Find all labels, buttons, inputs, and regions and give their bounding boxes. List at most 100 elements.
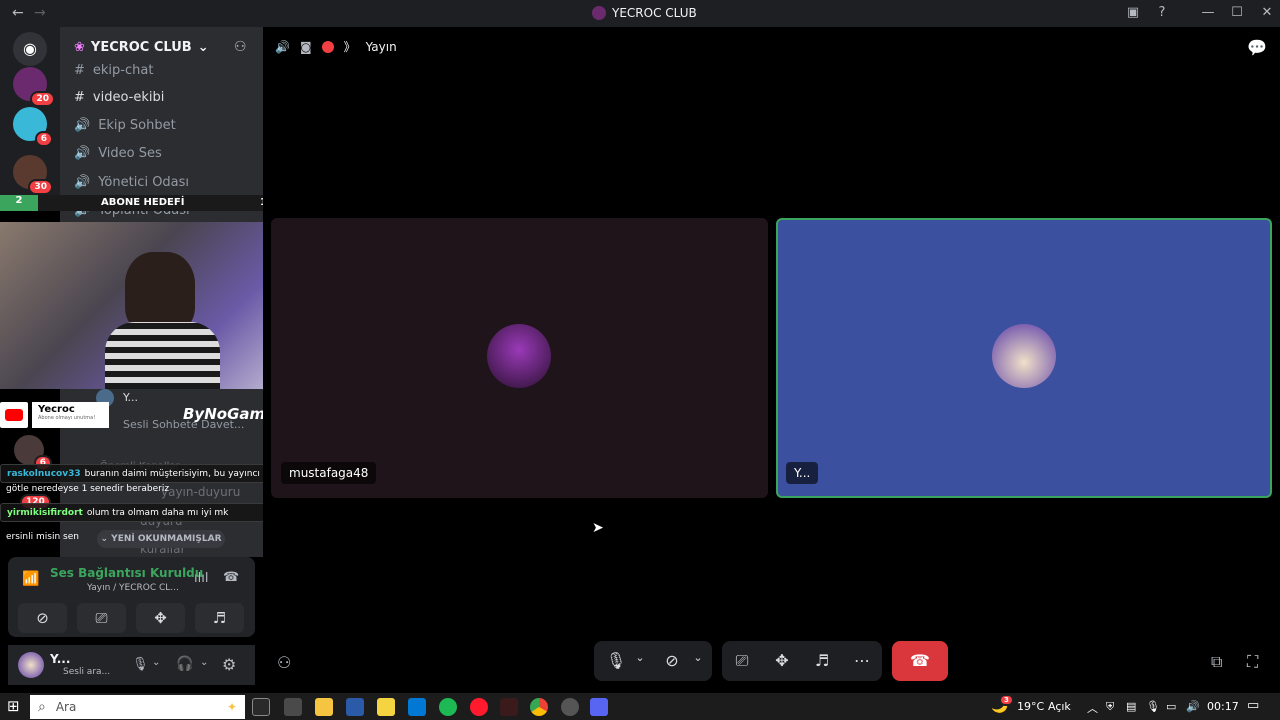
server-badge: 20 — [30, 91, 55, 107]
voice-channel-icon: 🔊 — [74, 146, 91, 161]
chevron-down-icon[interactable]: ⌄ — [152, 657, 160, 668]
participant-avatar — [992, 324, 1056, 388]
fullscreen-icon[interactable]: ⛶ — [1247, 652, 1258, 672]
server-name: YECROC CLUB — [90, 39, 192, 55]
maximize-icon[interactable]: ☐ — [1228, 5, 1246, 20]
camera-off-icon[interactable]: ⊘ — [660, 651, 684, 670]
user-status: Sesli ara... — [63, 667, 111, 677]
screen-share-button[interactable]: ⎚ — [77, 603, 126, 633]
chat-bubble-icon[interactable]: 💬 — [1247, 38, 1267, 57]
notes-app-icon[interactable] — [377, 698, 395, 716]
soundboard-icon[interactable]: ♬ — [810, 651, 834, 670]
close-icon[interactable]: ✕ — [1258, 5, 1276, 20]
chrome-icon[interactable] — [530, 698, 548, 716]
voice-user-name: Y... — [123, 391, 138, 404]
taskbar-search[interactable]: ⌕ Ara ✦ — [30, 695, 245, 719]
chevron-down-icon[interactable]: ⌄ — [628, 651, 652, 664]
gear-icon[interactable]: ⚙ — [222, 655, 236, 674]
invite-icon[interactable]: ⚇ — [277, 653, 291, 672]
voice-status: Ses Bağlantısı Kuruldu — [50, 566, 204, 580]
leave-call-button[interactable]: ☎ — [892, 641, 948, 681]
avatar[interactable] — [18, 652, 44, 678]
channel-item[interactable]: 🔊 Video Ses — [74, 146, 162, 161]
server-header[interactable]: ❀ YECROC CLUB ⌄ ⚇ — [60, 27, 263, 67]
app-icon[interactable] — [346, 698, 364, 716]
goal-current: 2 — [0, 195, 38, 211]
unread-label: YENİ OKUNMAMIŞLAR — [111, 534, 222, 544]
youtube-channel-name: Yecroc — [38, 404, 75, 415]
headphones-icon[interactable]: 🎧 — [176, 656, 193, 672]
channel-label: Yönetici Odası — [98, 175, 190, 190]
notification-icon[interactable]: ▭ — [1247, 698, 1259, 713]
channel-item[interactable]: 🔊 Ekip Sohbet — [74, 118, 176, 133]
discord-taskbar-icon[interactable] — [590, 698, 608, 716]
voice-location[interactable]: Yayın / YECROC CL... — [87, 583, 179, 593]
chat-line: götle neredeyse 1 senedir beraberiz — [0, 479, 180, 498]
disconnect-icon[interactable]: ☎ — [223, 570, 239, 585]
forward-icon[interactable]: → — [34, 5, 46, 21]
settings-app-icon[interactable] — [284, 698, 302, 716]
window-title-text: YECROC CLUB — [612, 6, 697, 20]
network-icon[interactable]: ▭ — [1166, 700, 1176, 713]
file-explorer-icon[interactable] — [315, 698, 333, 716]
mic-tray-icon[interactable]: 🎙 — [1146, 700, 1160, 713]
chevron-down-icon[interactable]: ⌄ — [200, 657, 208, 668]
activities-button[interactable]: ✥ — [136, 603, 185, 633]
defender-icon[interactable]: ⛨ — [1106, 700, 1114, 714]
goal-label: ABONE HEDEFİ — [101, 197, 185, 208]
participant-tile[interactable]: mustafaga48 — [271, 218, 768, 498]
voice-channel-icon: 🔊 — [74, 118, 91, 133]
server-icon-4[interactable]: 6 — [14, 435, 52, 471]
channel-item[interactable]: # ekip-chat — [74, 63, 153, 78]
server-badge: 30 — [28, 179, 53, 195]
webcam-overlay — [0, 222, 295, 389]
server-boost-icon: ❀ — [74, 39, 85, 55]
search-icon: ⌕ — [38, 699, 46, 715]
opera-icon[interactable] — [470, 698, 488, 716]
popout-icon[interactable]: ⧉ — [1211, 652, 1222, 672]
server-icon-1[interactable]: 20 — [13, 67, 55, 107]
microphone-icon[interactable]: 🎙 — [132, 657, 149, 672]
activities-icon[interactable]: ✥ — [770, 651, 794, 670]
streamer-figure — [125, 252, 195, 332]
channel-item[interactable]: 🔊 Yönetici Odası — [74, 175, 189, 190]
more-icon[interactable]: ⋯ — [850, 651, 874, 670]
noise-suppression-icon[interactable]: ılıl — [194, 571, 208, 586]
app-icon[interactable] — [500, 698, 518, 716]
camera-icon: ◙ — [299, 39, 312, 54]
chevron-up-icon[interactable]: ︿ — [1087, 700, 1098, 716]
spotify-icon[interactable] — [439, 698, 457, 716]
weather-temp[interactable]: 19°C — [1017, 700, 1044, 713]
outlook-icon[interactable] — [408, 698, 426, 716]
microphone-icon[interactable]: 🎙 — [604, 651, 628, 670]
weather-desc[interactable]: Açık — [1048, 700, 1071, 713]
inbox-icon[interactable]: ▣ — [1124, 5, 1142, 20]
user-name: Y... — [50, 652, 71, 666]
server-icon-3[interactable]: 30 — [13, 155, 53, 195]
brand-logo: ByNoGame — [183, 405, 276, 423]
volume-icon[interactable]: 🔊 — [1186, 700, 1200, 713]
app-tray-icon[interactable]: ▤ — [1126, 700, 1136, 713]
youtube-card: Yecroc Abone olmayı unutma! — [32, 402, 109, 428]
camera-off-button[interactable]: ⊘ — [18, 603, 67, 633]
screen-share-icon[interactable]: ⎚ — [730, 651, 754, 671]
channel-item[interactable]: # video-ekibi — [74, 90, 164, 105]
chat-line: ersinli misin sen — [0, 527, 100, 546]
text-channel-icon: # — [74, 90, 85, 105]
discord-home-icon[interactable]: ◉ — [13, 32, 47, 66]
add-member-icon[interactable]: ⚇ — [234, 39, 247, 55]
chevron-down-icon: ⌄ — [100, 534, 112, 544]
participant-tile-speaking[interactable]: Y... — [776, 218, 1272, 498]
clock[interactable]: 00:17 — [1207, 700, 1239, 713]
soundboard-button[interactable]: ♬ — [195, 603, 244, 633]
task-view-icon[interactable] — [252, 698, 270, 716]
app-icon[interactable] — [561, 698, 579, 716]
signal-icon[interactable]: 📶 — [22, 571, 39, 587]
server-icon-2[interactable]: 6 — [13, 107, 53, 147]
back-icon[interactable]: ← — [12, 5, 24, 21]
minimize-icon[interactable]: — — [1199, 5, 1217, 20]
unread-pill[interactable]: ⌄ YENİ OKUNMAMIŞLAR — [97, 530, 225, 548]
windows-start-icon[interactable]: ⊞ — [7, 697, 20, 715]
help-icon[interactable]: ? — [1153, 5, 1171, 20]
chevron-down-icon[interactable]: ⌄ — [686, 651, 710, 664]
